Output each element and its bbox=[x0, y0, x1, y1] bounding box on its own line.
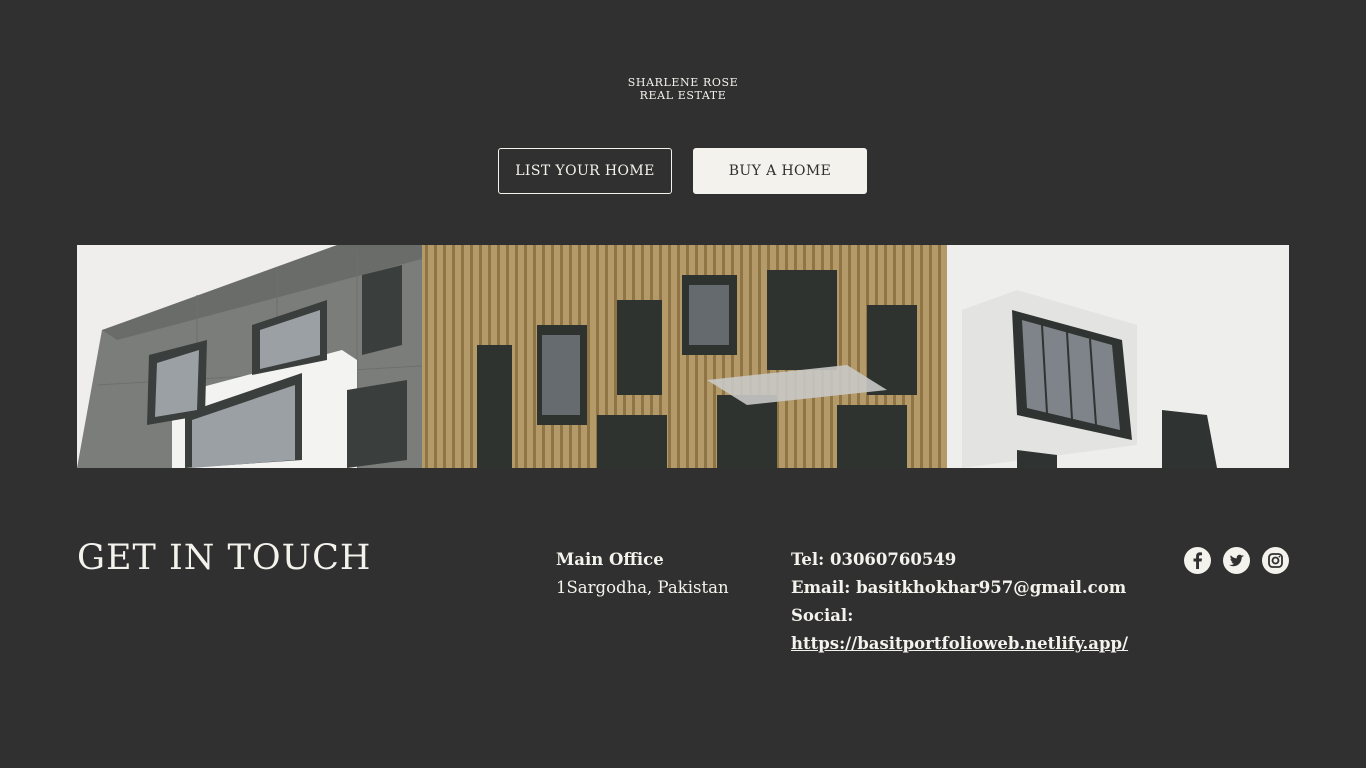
contact-details: Tel: 03060760549 Email: basitkhokhar957@… bbox=[791, 546, 1128, 658]
facebook-icon[interactable] bbox=[1184, 547, 1211, 574]
phone-text: Tel: 03060760549 bbox=[791, 550, 957, 569]
email-text: Email: basitkhokhar957@gmail.com bbox=[791, 578, 1127, 597]
office-address: 1Sargodha, Pakistan bbox=[556, 578, 729, 597]
buy-a-home-button[interactable]: BUY A HOME bbox=[693, 148, 867, 194]
hero-image bbox=[77, 245, 1289, 468]
brand-logo[interactable]: SHARLENE ROSE REAL ESTATE bbox=[0, 76, 1366, 102]
office-title: Main Office bbox=[556, 550, 664, 569]
social-icons bbox=[1184, 547, 1289, 574]
social-link[interactable]: https://basitportfolioweb.netlify.app/ bbox=[791, 634, 1128, 653]
main-office: Main Office 1Sargodha, Pakistan bbox=[556, 546, 729, 602]
list-your-home-button[interactable]: LIST YOUR HOME bbox=[498, 148, 672, 194]
twitter-icon[interactable] bbox=[1223, 547, 1250, 574]
instagram-icon[interactable] bbox=[1262, 547, 1289, 574]
social-label: Social: bbox=[791, 606, 854, 625]
get-in-touch-heading: GET IN TOUCH bbox=[77, 538, 372, 578]
brand-line-2: REAL ESTATE bbox=[639, 89, 727, 102]
brand-line-1: SHARLENE ROSE bbox=[627, 76, 739, 89]
